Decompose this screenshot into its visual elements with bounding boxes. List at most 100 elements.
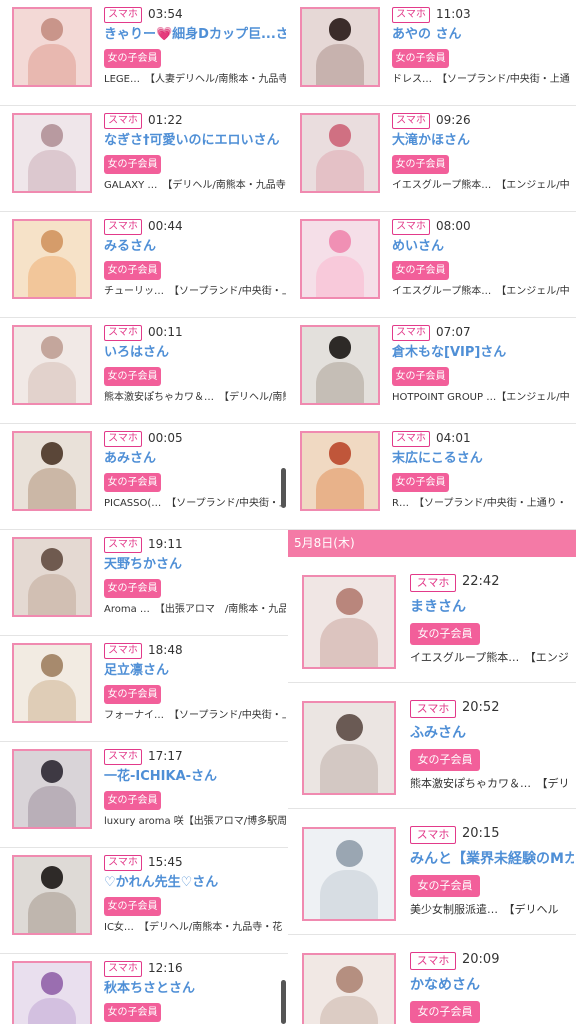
shop-info-link[interactable]: 熊本激安ぽちゃカワ＆… 【デリヘル/南熊: [104, 391, 286, 405]
list-item[interactable]: スマホ 00:44 みるさん 女の子会員 チューリッ… 【ソープランド/中央街・上: [0, 212, 288, 318]
profile-thumbnail[interactable]: [302, 701, 396, 795]
profile-thumbnail[interactable]: [300, 325, 380, 405]
list-item[interactable]: スマホ20:09かなめさん女の子会員イエスグループ熊… 【エンジ: [288, 935, 576, 1024]
girl-name-link[interactable]: みるさん: [104, 238, 286, 256]
shop-info-link[interactable]: イエスグループ熊本… 【エンジェル/中: [392, 179, 574, 193]
member-button[interactable]: 女の子会員: [392, 49, 449, 68]
list-item[interactable]: スマホ 17:17 一花-ICHIKA-さん 女の子会員 luxury aroma 咲【…: [0, 742, 288, 848]
member-button[interactable]: 女の子会員: [104, 791, 161, 810]
list-item[interactable]: スマホ 00:05 あみさん 女の子会員 PICASSO(… 【ソープランド/中央街・上: [0, 424, 288, 530]
device-badge: スマホ: [104, 325, 142, 341]
left-scrollbar-lower[interactable]: [281, 980, 286, 1024]
member-button[interactable]: 女の子会員: [104, 1003, 161, 1022]
list-item[interactable]: スマホ 22:42 まきさん 女の子会員 イエスグループ熊本… 【エンジ: [288, 557, 576, 683]
member-button[interactable]: 女の子会員: [104, 367, 161, 386]
profile-thumbnail[interactable]: [300, 219, 380, 299]
profile-thumbnail[interactable]: [12, 431, 92, 511]
profile-thumbnail[interactable]: [302, 575, 396, 669]
thumbnail-hair: [40, 972, 64, 995]
girl-name-link[interactable]: 大滝かほさん: [392, 132, 574, 150]
list-item[interactable]: スマホ 03:54 きゃりー💗細身Dカップ巨...さん 女の子会員 LEGE… 【人妻デ…: [0, 0, 288, 106]
girl-name-link[interactable]: 天野ちかさん: [104, 556, 286, 574]
girl-name-link[interactable]: あみさん: [104, 450, 286, 468]
profile-thumbnail[interactable]: [12, 113, 92, 193]
list-item[interactable]: スマホ 01:22 なぎさ†可愛いのにエロいさん 女の子会員 GALAXY … 【デリヘ…: [0, 106, 288, 212]
profile-thumbnail[interactable]: [12, 7, 92, 87]
member-button[interactable]: 女の子会員: [104, 261, 161, 280]
list-item[interactable]: スマホ 08:00 めいさん 女の子会員 イエスグループ熊本… 【エンジェル/中: [288, 212, 576, 318]
profile-thumbnail[interactable]: [12, 643, 92, 723]
girl-name-link[interactable]: ふみさん: [410, 723, 574, 743]
profile-thumbnail[interactable]: [302, 827, 396, 921]
girl-name-link[interactable]: ♡かれん先生♡さん: [104, 874, 286, 892]
girl-name-link[interactable]: みんと【業界未経験のMカ: [410, 849, 574, 869]
shop-info-link[interactable]: PICASSO(… 【ソープランド/中央街・上: [104, 497, 286, 511]
girl-name-link[interactable]: なぎさ†可愛いのにエロいさん: [104, 132, 286, 150]
list-item[interactable]: スマホ 07:07 倉木もな[VIP]さん 女の子会員 HOTPOINT GROUP ……: [288, 318, 576, 424]
shop-info-link[interactable]: HOTPOINT GROUP …【エンジェル/中: [392, 391, 574, 405]
profile-thumbnail[interactable]: [12, 961, 92, 1024]
member-button[interactable]: 女の子会員: [392, 473, 449, 492]
shop-info-link[interactable]: GALAXY … 【デリヘル/南熊本・九品寺: [104, 179, 286, 193]
member-button[interactable]: 女の子会員: [392, 261, 449, 280]
list-item[interactable]: スマホ 20:15 みんと【業界未経験のMカ 女の子会員 美少女制服派遣… 【デリヘル: [288, 809, 576, 935]
member-button[interactable]: 女の子会員: [104, 579, 161, 598]
profile-thumbnail[interactable]: [300, 113, 380, 193]
profile-thumbnail[interactable]: [12, 325, 92, 405]
list-item[interactable]: スマホ 19:11 天野ちかさん 女の子会員 Aroma … 【出張アロマ /南熊本・九…: [0, 530, 288, 636]
shop-info-link[interactable]: Aroma … 【出張アロマ /南熊本・九品: [104, 603, 286, 617]
list-item[interactable]: スマホ 15:45 ♡かれん先生♡さん 女の子会員 IC女… 【デリヘル/南熊本・九品寺…: [0, 848, 288, 954]
shop-info-link[interactable]: R… 【ソープランド/中央街・上通り・: [392, 497, 574, 511]
member-button[interactable]: 女の子会員: [104, 685, 161, 704]
shop-info-link[interactable]: IC女… 【デリヘル/南熊本・九品寺・花: [104, 921, 286, 935]
girl-name-link[interactable]: かなめさん: [410, 975, 574, 995]
member-button[interactable]: 女の子会員: [410, 875, 480, 897]
girl-name-link[interactable]: 秋本ちさとさん: [104, 980, 286, 998]
device-badge: スマホ: [392, 113, 430, 129]
profile-thumbnail[interactable]: [12, 855, 92, 935]
member-button[interactable]: 女の子会員: [392, 367, 449, 386]
girl-name-link[interactable]: まきさん: [410, 597, 574, 617]
thumbnail-hair: [40, 654, 64, 677]
girl-name-link[interactable]: めいさん: [392, 238, 574, 256]
member-button[interactable]: 女の子会員: [410, 1001, 480, 1023]
girl-name-link[interactable]: 足立凛さん: [104, 662, 286, 680]
member-button[interactable]: 女の子会員: [410, 623, 480, 645]
girl-name-link[interactable]: 末広にこるさん: [392, 450, 574, 468]
member-button[interactable]: 女の子会員: [104, 49, 161, 68]
girl-name-link[interactable]: あやの さん: [392, 26, 574, 44]
profile-thumbnail[interactable]: [300, 431, 380, 511]
girl-name-link[interactable]: きゃりー💗細身Dカップ巨...さん: [104, 26, 286, 44]
list-item[interactable]: スマホ 00:11 いろはさん 女の子会員 熊本激安ぽちゃカワ＆… 【デリヘル/南熊: [0, 318, 288, 424]
profile-thumbnail[interactable]: [12, 537, 92, 617]
left-scrollbar[interactable]: [281, 468, 286, 508]
member-button[interactable]: 女の子会員: [104, 473, 161, 492]
member-button[interactable]: 女の子会員: [392, 155, 449, 174]
member-button[interactable]: 女の子会員: [410, 749, 480, 771]
list-item[interactable]: スマホ12:16秋本ちさとさん女の子会員イエスグループ熊本… 【エンジェル/中: [0, 954, 288, 1024]
shop-info-link[interactable]: LEGE… 【人妻デリヘル/南熊本・九品寺: [104, 73, 286, 87]
shop-info-link[interactable]: ドレス… 【ソープランド/中央街・上通: [392, 73, 574, 87]
girl-name-link[interactable]: いろはさん: [104, 344, 286, 362]
member-button[interactable]: 女の子会員: [104, 155, 161, 174]
girl-name-link[interactable]: 一花-ICHIKA-さん: [104, 768, 286, 786]
thumbnail-figure: [315, 361, 365, 403]
list-item[interactable]: スマホ 04:01 末広にこるさん 女の子会員 R… 【ソープランド/中央街・上通り・: [288, 424, 576, 530]
profile-thumbnail[interactable]: [12, 219, 92, 299]
girl-name-link[interactable]: 倉木もな[VIP]さん: [392, 344, 574, 362]
shop-info-link[interactable]: イエスグループ熊本… 【エンジ: [410, 650, 574, 666]
profile-thumbnail[interactable]: [300, 7, 380, 87]
shop-info-link[interactable]: 美少女制服派遣… 【デリヘル: [410, 902, 574, 918]
list-item[interactable]: スマホ 09:26 大滝かほさん 女の子会員 イエスグループ熊本… 【エンジェル/中: [288, 106, 576, 212]
profile-thumbnail[interactable]: [302, 953, 396, 1024]
list-item[interactable]: スマホ 20:52 ふみさん 女の子会員 熊本激安ぽちゃカワ＆… 【デリ: [288, 683, 576, 809]
profile-thumbnail[interactable]: [12, 749, 92, 829]
shop-info-link[interactable]: イエスグループ熊本… 【エンジェル/中: [392, 285, 574, 299]
shop-info-link[interactable]: 熊本激安ぽちゃカワ＆… 【デリ: [410, 776, 574, 792]
shop-info-link[interactable]: チューリッ… 【ソープランド/中央街・上: [104, 285, 286, 299]
shop-info-link[interactable]: フォーナイ… 【ソープランド/中央街・上: [104, 709, 286, 723]
shop-info-link[interactable]: luxury aroma 咲【出張アロマ/博多駅周: [104, 815, 286, 829]
list-item[interactable]: スマホ 11:03 あやの さん 女の子会員 ドレス… 【ソープランド/中央街・上通: [288, 0, 576, 106]
list-item[interactable]: スマホ 18:48 足立凛さん 女の子会員 フォーナイ… 【ソープランド/中央街・上: [0, 636, 288, 742]
member-button[interactable]: 女の子会員: [104, 897, 161, 916]
